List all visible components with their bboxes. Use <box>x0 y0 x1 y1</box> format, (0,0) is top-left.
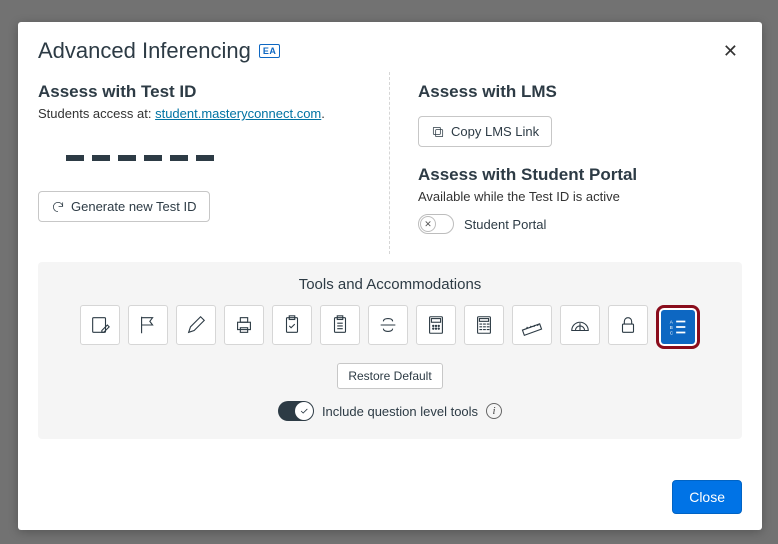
printer-icon <box>233 314 255 336</box>
strikethrough-icon <box>377 314 399 336</box>
tools-heading: Tools and Accommodations <box>54 276 726 293</box>
flag-icon <box>137 314 159 336</box>
tool-protractor[interactable] <box>560 305 600 345</box>
tool-strikethrough[interactable] <box>368 305 408 345</box>
calculator-basic-icon <box>425 314 447 336</box>
tool-icons-row: ABC <box>54 305 726 349</box>
tool-ruler[interactable] <box>512 305 552 345</box>
modal-title: Advanced Inferencing <box>38 38 251 64</box>
calculator-scientific-icon <box>473 314 495 336</box>
svg-text:B: B <box>670 325 673 330</box>
clipboard-list-icon <box>329 314 351 336</box>
question-level-tools-row: Include question level tools i <box>54 401 726 421</box>
protractor-icon <box>569 314 591 336</box>
notepad-pencil-icon <box>89 314 111 336</box>
test-id-heading: Assess with Test ID <box>38 82 369 102</box>
student-portal-toggle-row: ✕ Student Portal <box>418 214 742 234</box>
copy-lms-link-button[interactable]: Copy LMS Link <box>418 116 552 147</box>
modal-footer: Close <box>18 470 762 530</box>
generate-test-id-button[interactable]: Generate new Test ID <box>38 191 210 222</box>
close-icon[interactable]: ✕ <box>719 38 742 64</box>
assess-test-id-panel: Assess with Test ID Students access at: … <box>38 72 390 254</box>
student-portal-toggle-label: Student Portal <box>464 217 546 232</box>
question-level-tools-label: Include question level tools <box>322 404 478 419</box>
clipboard-check-icon <box>281 314 303 336</box>
student-portal-link[interactable]: student.masteryconnect.com <box>155 106 321 121</box>
tool-flag[interactable] <box>128 305 168 345</box>
tool-printer[interactable] <box>224 305 264 345</box>
tool-pencil[interactable] <box>176 305 216 345</box>
advanced-inferencing-modal: Advanced Inferencing EA ✕ Assess with Te… <box>18 22 762 530</box>
modal-body: Assess with Test ID Students access at: … <box>18 72 762 470</box>
toggle-off-knob: ✕ <box>420 216 436 232</box>
access-suffix: . <box>321 106 325 121</box>
tool-notepad-pencil[interactable] <box>80 305 120 345</box>
svg-text:A: A <box>670 319 674 324</box>
check-icon <box>299 406 309 416</box>
copy-icon <box>431 125 445 139</box>
student-portal-toggle[interactable]: ✕ <box>418 214 454 234</box>
assess-panels: Assess with Test ID Students access at: … <box>38 72 742 254</box>
info-icon[interactable]: i <box>486 403 502 419</box>
student-portal-sub: Available while the Test ID is active <box>418 189 742 204</box>
assess-lms-panel: Assess with LMS Copy LMS Link Assess wit… <box>390 72 742 254</box>
toggle-on-knob <box>295 402 313 420</box>
ruler-icon <box>521 314 543 336</box>
access-prefix: Students access at: <box>38 106 155 121</box>
question-level-tools-toggle[interactable] <box>278 401 314 421</box>
answer-choice-order-icon: ABC <box>667 316 689 338</box>
pencil-icon <box>185 314 207 336</box>
tool-clipboard-list[interactable] <box>320 305 360 345</box>
close-button[interactable]: Close <box>672 480 742 514</box>
test-id-access-text: Students access at: student.masteryconne… <box>38 106 369 121</box>
svg-text:C: C <box>670 330 674 335</box>
lock-icon <box>617 314 639 336</box>
test-id-placeholder <box>66 155 369 161</box>
refresh-icon <box>51 200 65 214</box>
tool-lock[interactable] <box>608 305 648 345</box>
tools-accommodations-section: Tools and Accommodations ABC <box>38 262 742 439</box>
generate-test-id-label: Generate new Test ID <box>71 199 197 214</box>
tool-clipboard-check[interactable] <box>272 305 312 345</box>
tool-answer-choice-order[interactable]: ABC <box>656 305 700 349</box>
early-access-badge: EA <box>259 44 281 58</box>
copy-lms-link-label: Copy LMS Link <box>451 124 539 139</box>
lms-heading: Assess with LMS <box>418 82 742 102</box>
restore-default-button[interactable]: Restore Default <box>337 363 442 389</box>
tool-calculator-scientific[interactable] <box>464 305 504 345</box>
tool-calculator-basic[interactable] <box>416 305 456 345</box>
modal-header: Advanced Inferencing EA ✕ <box>18 22 762 72</box>
student-portal-heading: Assess with Student Portal <box>418 165 742 185</box>
